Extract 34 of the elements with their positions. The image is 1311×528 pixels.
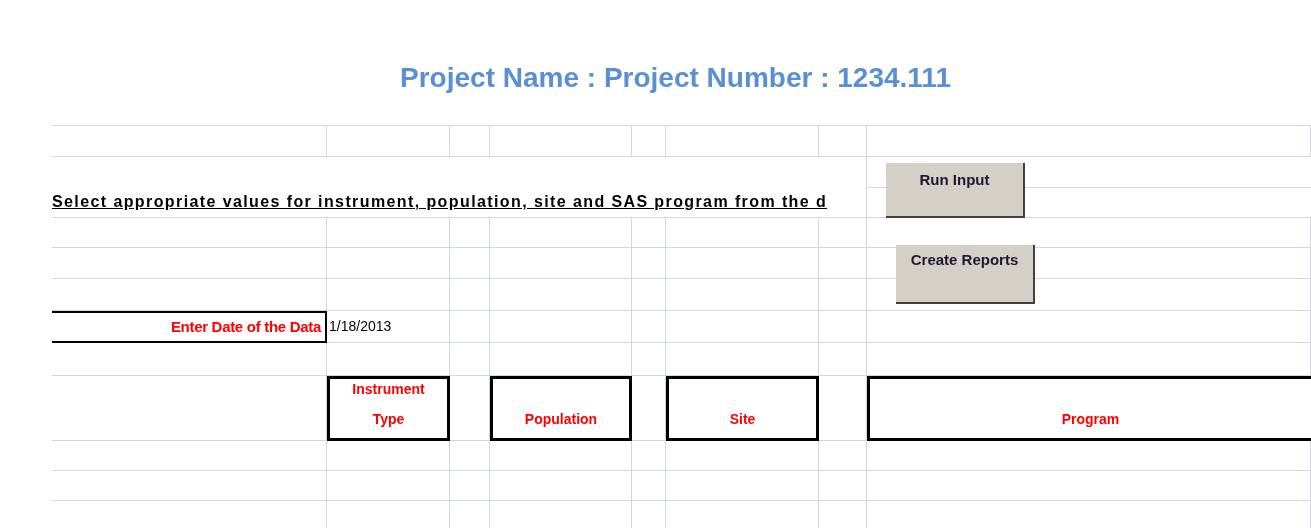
- table-cell: [450, 311, 490, 343]
- table-cell: [450, 248, 490, 279]
- table-cell: [450, 218, 490, 248]
- table-cell: [819, 218, 867, 248]
- column-header: Instrument Type: [327, 376, 450, 441]
- table-cell: [632, 441, 666, 471]
- table-cell: [819, 343, 867, 376]
- column-header: Site: [666, 376, 819, 441]
- table-cell: [450, 343, 490, 376]
- table-cell: [450, 441, 490, 471]
- instruction-text: Select appropriate values for instrument, population, site and SAS program from the d: [52, 157, 867, 218]
- button[interactable]: Create Reports: [896, 245, 1035, 304]
- table-cell: [632, 376, 666, 441]
- table-cell: [450, 279, 490, 311]
- date-value: 1/18/2013: [327, 311, 450, 343]
- table-cell: [819, 279, 867, 311]
- table-cell: [819, 441, 867, 471]
- table-cell: [632, 311, 666, 343]
- table-cell: [632, 218, 666, 248]
- table-cell: [819, 471, 867, 501]
- table-cell: [632, 248, 666, 279]
- table-cell: [632, 279, 666, 311]
- column-header: Population: [490, 376, 632, 441]
- table-cell: [819, 376, 867, 441]
- column-header: Program: [867, 376, 1311, 441]
- page-title: Project Name : Project Number : 1234.111: [400, 60, 951, 95]
- button[interactable]: Run Input: [886, 163, 1025, 218]
- table-cell: [819, 248, 867, 279]
- date-label: Enter Date of the Data: [52, 311, 327, 343]
- table-cell: [632, 471, 666, 501]
- table-cell: [450, 376, 490, 441]
- table-cell: [819, 311, 867, 343]
- table-cell: [632, 343, 666, 376]
- table-cell: [450, 471, 490, 501]
